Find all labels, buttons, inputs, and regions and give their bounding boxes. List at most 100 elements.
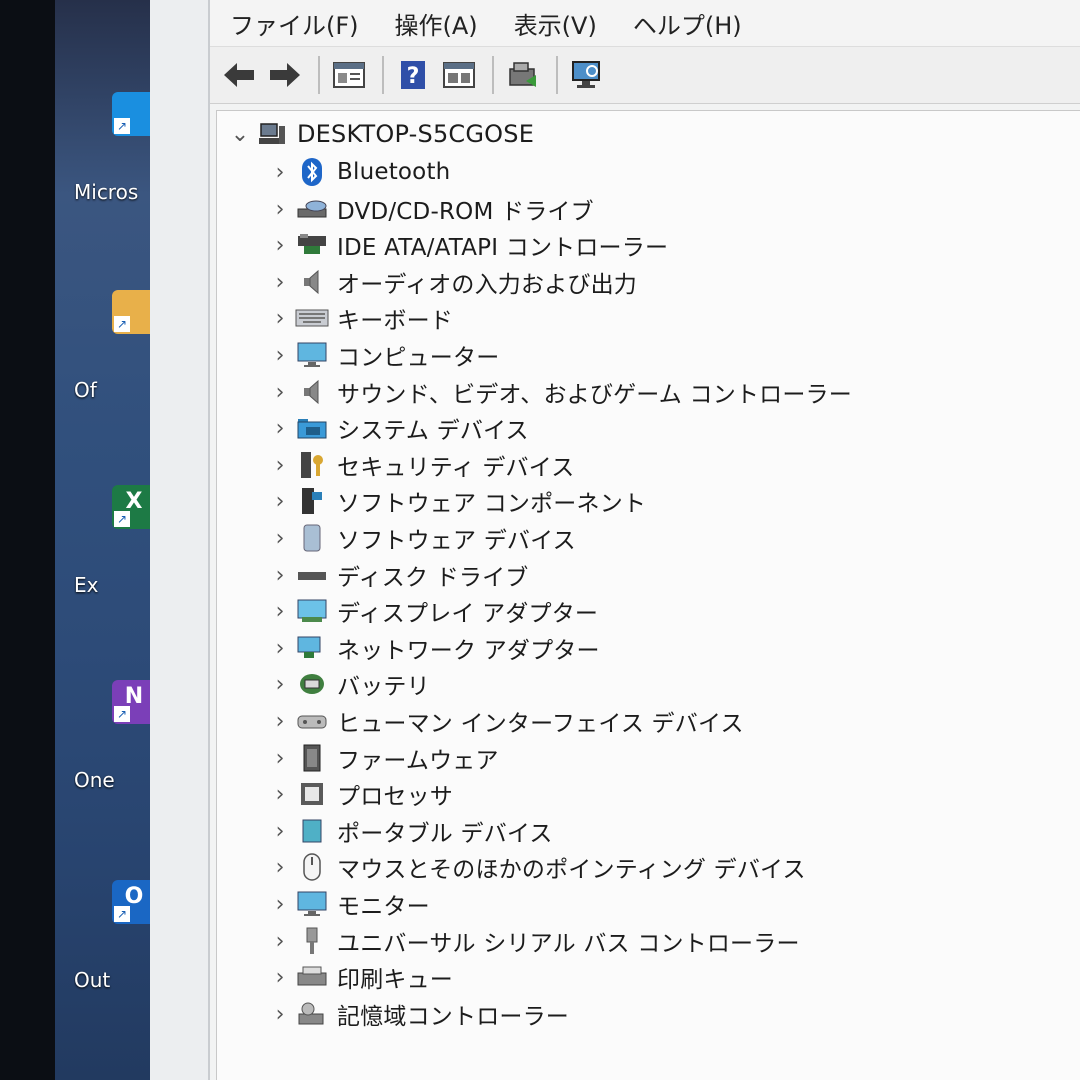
shortcut-arrow-icon: ↗ (114, 511, 130, 527)
scan-hardware-icon (572, 61, 600, 88)
update-driver-icon (509, 62, 536, 87)
shortcut-arrow-icon: ↗ (114, 706, 130, 722)
tree-item[interactable]: › システム デバイス (265, 411, 529, 445)
tree-item[interactable]: › キーボード (265, 301, 453, 335)
tree-item-label: キーボード (337, 308, 453, 334)
expand-chevron-icon[interactable]: › (265, 489, 295, 514)
tree-item[interactable]: › Bluetooth (265, 155, 450, 189)
expand-chevron-icon[interactable]: › (265, 270, 295, 295)
tree-item[interactable]: › ソフトウェア デバイス (265, 521, 576, 555)
view-icon (443, 62, 475, 88)
expand-chevron-icon[interactable]: › (265, 636, 295, 661)
expand-chevron-icon[interactable]: › (265, 599, 295, 624)
tree-item[interactable]: › ソフトウェア コンポーネント (265, 484, 646, 518)
bluetooth-icon (295, 158, 329, 186)
expand-chevron-icon[interactable]: › (265, 1002, 295, 1027)
expand-chevron-icon[interactable]: › (265, 965, 295, 990)
tree-item[interactable]: › コンピューター (265, 338, 499, 372)
tree-root[interactable]: ⌄ DESKTOP-S5CGOSE (225, 117, 534, 151)
tree-item[interactable]: › ファームウェア (265, 741, 499, 775)
tree-item-label: ソフトウェア コンポーネント (337, 491, 647, 517)
properties-button[interactable] (330, 56, 368, 94)
help-button[interactable]: ? (394, 56, 432, 94)
tree-item-label: ファームウェア (337, 748, 499, 774)
menu-help[interactable]: ヘルプ(H) (615, 6, 760, 41)
tree-item[interactable]: › DVD/CD-ROM ドライブ (265, 192, 594, 226)
tree-item[interactable]: › 印刷キュー (265, 960, 453, 994)
view-button[interactable] (440, 56, 478, 94)
security-key-icon (295, 451, 329, 479)
monitor-icon (295, 341, 329, 369)
expand-chevron-icon[interactable]: › (265, 819, 295, 844)
expand-chevron-icon[interactable]: › (265, 416, 295, 441)
hid-icon (295, 707, 329, 735)
tree-item[interactable]: › ヒューマン インターフェイス デバイス (265, 704, 744, 738)
menu-action[interactable]: 操作(A) (377, 6, 496, 41)
tree-item-label: IDE ATA/ATAPI コントローラー (337, 235, 669, 261)
update-driver-button[interactable] (504, 56, 542, 94)
screen-bezel (0, 0, 55, 1080)
expand-chevron-icon[interactable]: › (265, 563, 295, 588)
back-button[interactable] (220, 56, 258, 94)
portable-device-icon (295, 817, 329, 845)
tree-item-label: 記憶域コントローラー (337, 1004, 569, 1030)
expand-chevron-icon[interactable]: › (265, 526, 295, 551)
computer-name: DESKTOP-S5CGOSE (297, 120, 535, 148)
tree-item[interactable]: › プロセッサ (265, 777, 453, 811)
tree-item-label: ユニバーサル シリアル バス コントローラー (337, 931, 800, 957)
display-adapter-icon (295, 597, 329, 625)
tree-item[interactable]: › モニター (265, 887, 430, 921)
toolbar-separator (492, 56, 494, 94)
tree-item[interactable]: › バッテリ (265, 667, 430, 701)
menu-view[interactable]: 表示(V) (496, 6, 615, 41)
tree-item-label: セキュリティ デバイス (337, 455, 575, 481)
expand-chevron-icon[interactable]: › (265, 453, 295, 478)
system-folder-icon (295, 414, 329, 442)
storage-controller-icon (295, 1000, 329, 1028)
collapse-chevron-icon[interactable]: ⌄ (225, 122, 255, 147)
tree-item[interactable]: › マウスとそのほかのポインティング デバイス (265, 850, 806, 884)
software-component-icon (295, 487, 329, 515)
ide-controller-icon (295, 231, 329, 259)
tree-item-label: コンピューター (337, 345, 500, 371)
processor-icon (295, 780, 329, 808)
tree-item[interactable]: › ディスク ドライブ (265, 558, 529, 592)
keyboard-icon (295, 304, 329, 332)
scan-hardware-button[interactable] (568, 56, 606, 94)
device-manager-window: ファイル(F) 操作(A) 表示(V) ヘルプ(H) ? ⌄ DESKTOP-S… (150, 0, 1080, 1080)
tree-item[interactable]: › セキュリティ デバイス (265, 448, 574, 482)
expand-chevron-icon[interactable]: › (265, 709, 295, 734)
expand-chevron-icon[interactable]: › (265, 746, 295, 771)
tree-item[interactable]: › サウンド、ビデオ、およびゲーム コントローラー (265, 375, 852, 409)
desktop-shortcut-label: One (74, 768, 115, 792)
expand-chevron-icon[interactable]: › (265, 380, 295, 405)
printer-icon (295, 963, 329, 991)
forward-button[interactable] (266, 56, 304, 94)
tree-item[interactable]: › ネットワーク アダプター (265, 631, 600, 665)
menu-file[interactable]: ファイル(F) (210, 6, 377, 41)
tree-item[interactable]: › ユニバーサル シリアル バス コントローラー (265, 924, 800, 958)
desktop-shortcut-label: Ex (74, 573, 99, 597)
tree-item[interactable]: › IDE ATA/ATAPI コントローラー (265, 228, 668, 262)
shortcut-arrow-icon: ↗ (114, 316, 130, 332)
tree-item-label: システム デバイス (337, 418, 529, 444)
tree-item[interactable]: › ポータブル デバイス (265, 814, 553, 848)
expand-chevron-icon[interactable]: › (265, 306, 295, 331)
expand-chevron-icon[interactable]: › (265, 672, 295, 697)
monitor-icon (295, 890, 329, 918)
expand-chevron-icon[interactable]: › (265, 160, 295, 185)
computer-icon (255, 120, 289, 148)
tree-item-label: オーディオの入力および出力 (337, 272, 637, 298)
tree-item[interactable]: › 記憶域コントローラー (265, 997, 569, 1031)
tree-item[interactable]: › オーディオの入力および出力 (265, 265, 637, 299)
expand-chevron-icon[interactable]: › (265, 343, 295, 368)
expand-chevron-icon[interactable]: › (265, 929, 295, 954)
expand-chevron-icon[interactable]: › (265, 782, 295, 807)
expand-chevron-icon[interactable]: › (265, 855, 295, 880)
tree-item-label: Bluetooth (337, 159, 451, 185)
expand-chevron-icon[interactable]: › (265, 892, 295, 917)
expand-chevron-icon[interactable]: › (265, 233, 295, 258)
expand-chevron-icon[interactable]: › (265, 197, 295, 222)
tree-item[interactable]: › ディスプレイ アダプター (265, 594, 598, 628)
properties-icon (333, 62, 365, 88)
